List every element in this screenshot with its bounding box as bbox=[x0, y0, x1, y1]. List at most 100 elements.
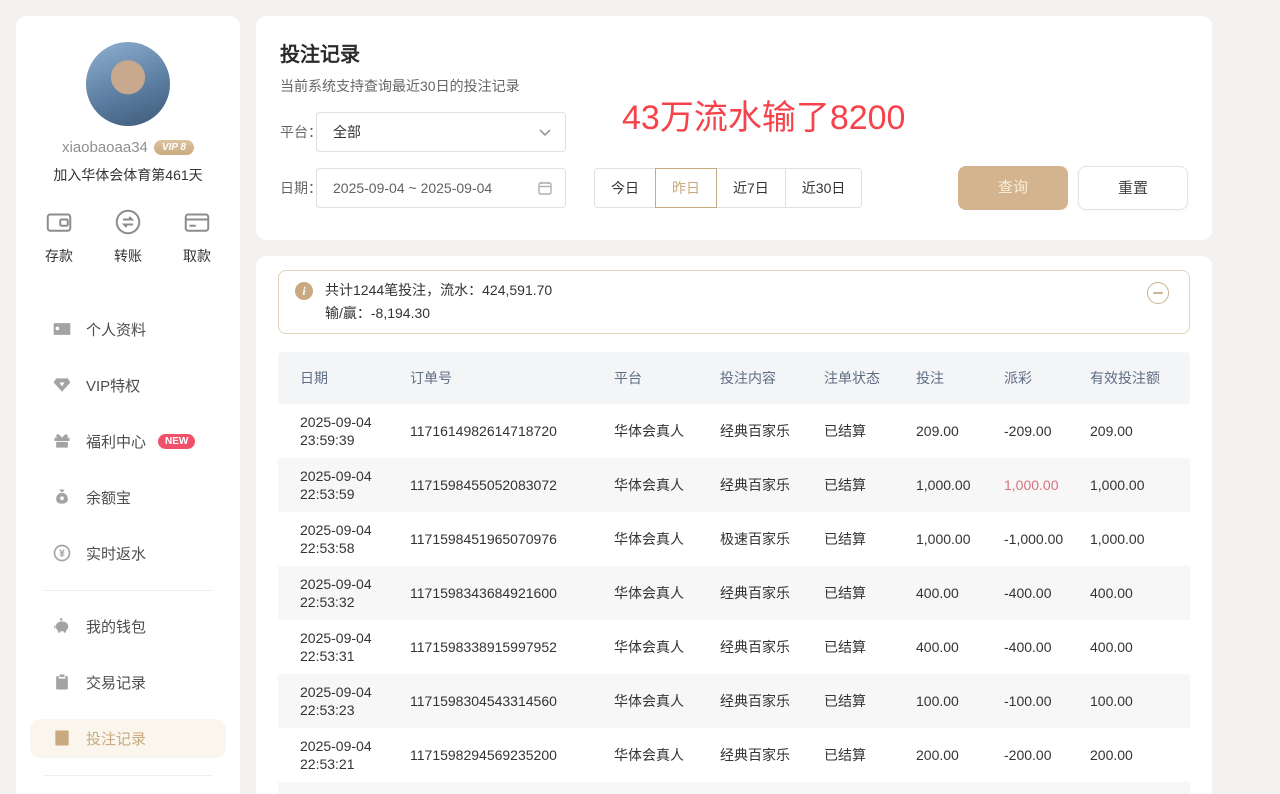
cell-valid: 209.00 bbox=[1090, 404, 1190, 458]
col-date: 日期 bbox=[278, 352, 410, 404]
gift-icon bbox=[52, 431, 72, 451]
sidebar-item-yuebao[interactable]: 余额宝 bbox=[30, 478, 226, 517]
sidebar-item-label: 福利中心 bbox=[86, 431, 146, 452]
cell-bet: 400.00 bbox=[916, 620, 1004, 674]
sidebar-item-bet-records[interactable]: 投注记录 bbox=[30, 719, 226, 758]
cell-status: 已结算 bbox=[824, 782, 916, 794]
clipboard-icon bbox=[52, 672, 72, 692]
reset-button[interactable]: 重置 bbox=[1078, 166, 1188, 210]
deposit-button[interactable]: 存款 bbox=[44, 207, 74, 266]
cell-payout: -209.00 bbox=[1004, 404, 1090, 458]
quick-actions: 存款 转账 取款 bbox=[44, 207, 212, 266]
cell-status: 已结算 bbox=[824, 728, 916, 782]
range-today-button[interactable]: 今日 bbox=[594, 168, 656, 208]
sidebar-item-vip[interactable]: VIP特权 bbox=[30, 366, 226, 405]
piggy-bank-icon bbox=[52, 616, 72, 636]
transfer-label: 转账 bbox=[114, 246, 142, 266]
money-bag-icon bbox=[52, 487, 72, 507]
cell-valid: 200.00 bbox=[1090, 728, 1190, 782]
cell-order: 1171598291247370880 bbox=[410, 782, 614, 794]
cell-content: 经典百家乐 bbox=[720, 674, 824, 728]
sidebar-item-profile[interactable]: 个人资料 bbox=[30, 310, 226, 349]
cell-content: 经典百家乐 bbox=[720, 404, 824, 458]
username: xiaobaoaa34 bbox=[62, 139, 148, 156]
cell-platform: 华体会真人 bbox=[614, 566, 720, 620]
cell-content: 经典百家乐 bbox=[720, 458, 824, 512]
cell-status: 已结算 bbox=[824, 620, 916, 674]
col-bet: 投注 bbox=[916, 352, 1004, 404]
withdraw-label: 取款 bbox=[183, 246, 211, 266]
range-yesterday-button[interactable]: 昨日 bbox=[655, 168, 717, 208]
table-header-row: 日期 订单号 平台 投注内容 注单状态 投注 派彩 有效投注额 bbox=[278, 352, 1190, 404]
bet-record-icon bbox=[52, 728, 72, 748]
cell-content: 经典百家乐 bbox=[720, 728, 824, 782]
cell-status: 已结算 bbox=[824, 404, 916, 458]
summary-line1: 共计1244笔投注，流水：424,591.70 bbox=[325, 279, 552, 302]
col-status: 注单状态 bbox=[824, 352, 916, 404]
new-badge: NEW bbox=[158, 434, 195, 449]
sidebar-item-rebate[interactable]: 实时返水 bbox=[30, 534, 226, 573]
cell-order: 1171598304543314560 bbox=[410, 674, 614, 728]
cell-platform: 华体会真人 bbox=[614, 782, 720, 794]
table-row: 2025-09-0422:53:59 1171598455052083072 华… bbox=[278, 458, 1190, 512]
range-7d-button[interactable]: 近7日 bbox=[716, 168, 786, 208]
table-row: 2025-09-0422:53:32 1171598343684921600 华… bbox=[278, 566, 1190, 620]
cell-payout: -100.00 bbox=[1004, 674, 1090, 728]
bet-records-panel: i 共计1244笔投注，流水：424,591.70 输/赢：-8,194.30 … bbox=[256, 256, 1212, 794]
cell-platform: 华体会真人 bbox=[614, 458, 720, 512]
cell-order: 1171598294569235200 bbox=[410, 728, 614, 782]
cell-bet: 1,000.00 bbox=[916, 512, 1004, 566]
sidebar-item-label: VIP特权 bbox=[86, 375, 140, 396]
search-button[interactable]: 查询 bbox=[958, 166, 1068, 210]
cell-bet: 400.00 bbox=[916, 566, 1004, 620]
sidebar-divider bbox=[44, 775, 212, 776]
cell-payout: -400.00 bbox=[1004, 620, 1090, 674]
cell-valid: 400.00 bbox=[1090, 620, 1190, 674]
range-30d-button[interactable]: 近30日 bbox=[785, 168, 863, 208]
sidebar-item-wallet[interactable]: 我的钱包 bbox=[30, 607, 226, 646]
vip-badge: VIP 8 bbox=[154, 140, 194, 155]
cell-order: 1171598343684921600 bbox=[410, 566, 614, 620]
table-row: 2025-09-0422:53:58 1171598451965070976 华… bbox=[278, 512, 1190, 566]
info-icon: i bbox=[295, 282, 313, 300]
sidebar-item-label: 我的钱包 bbox=[86, 616, 146, 637]
cell-bet: 1,000.00 bbox=[916, 458, 1004, 512]
sidebar-item-label: 投注记录 bbox=[86, 728, 146, 749]
cell-order: 1171598338915997952 bbox=[410, 620, 614, 674]
cell-bet: 209.00 bbox=[916, 404, 1004, 458]
col-platform: 平台 bbox=[614, 352, 720, 404]
cell-date: 2025-09-0422:53:21 bbox=[278, 728, 410, 782]
collapse-icon[interactable] bbox=[1147, 282, 1169, 304]
cell-date: 2025-09-0422:53:59 bbox=[278, 458, 410, 512]
cell-date: 2025-09-0423:59:39 bbox=[278, 404, 410, 458]
vip-gem-icon bbox=[52, 375, 72, 395]
transfer-button[interactable]: 转账 bbox=[113, 207, 143, 266]
cell-status: 已结算 bbox=[824, 458, 916, 512]
sidebar: xiaobaoaa34VIP 8 加入华体会体育第461天 存款 转账 取款 个… bbox=[16, 16, 240, 794]
sidebar-item-label: 余额宝 bbox=[86, 487, 131, 508]
cell-content: 经典百家乐 bbox=[720, 566, 824, 620]
cell-platform: 华体会真人 bbox=[614, 728, 720, 782]
cell-platform: 华体会真人 bbox=[614, 620, 720, 674]
summary-line2: 输/赢：-8,194.30 bbox=[325, 302, 552, 325]
cell-bet: 100.00 bbox=[916, 674, 1004, 728]
chevron-down-icon bbox=[537, 124, 553, 140]
cell-valid: 1,000.00 bbox=[1090, 458, 1190, 512]
sidebar-item-transactions[interactable]: 交易记录 bbox=[30, 663, 226, 702]
col-content: 投注内容 bbox=[720, 352, 824, 404]
withdraw-button[interactable]: 取款 bbox=[182, 207, 212, 266]
platform-select[interactable]: 全部 bbox=[316, 112, 566, 152]
wallet-icon bbox=[44, 207, 74, 240]
cell-bet: 200.00 bbox=[916, 728, 1004, 782]
avatar[interactable] bbox=[86, 42, 170, 126]
date-range-input[interactable]: 2025-09-04 ~ 2025-09-04 bbox=[316, 168, 566, 208]
col-valid: 有效投注额 bbox=[1090, 352, 1190, 404]
quick-range-group: 今日 昨日 近7日 近30日 bbox=[594, 168, 862, 208]
cell-payout: 1,000.00 bbox=[1004, 458, 1090, 512]
sidebar-divider bbox=[44, 590, 212, 591]
cell-valid: 100.00 bbox=[1090, 674, 1190, 728]
cell-order: 1171598451965070976 bbox=[410, 512, 614, 566]
cell-date: 2025-09-0422:53:32 bbox=[278, 566, 410, 620]
cell-payout: -200.00 bbox=[1004, 728, 1090, 782]
sidebar-item-welfare[interactable]: 福利中心 NEW bbox=[30, 422, 226, 461]
